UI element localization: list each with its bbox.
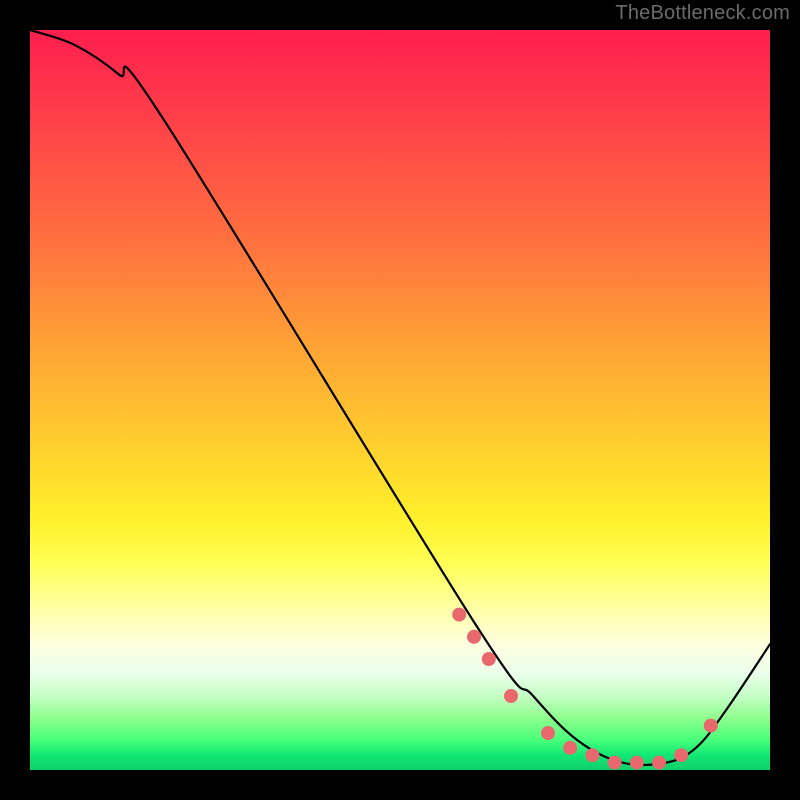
- highlight-point: [608, 756, 622, 770]
- chart-frame: TheBottleneck.com: [0, 0, 800, 800]
- highlight-point: [674, 748, 688, 762]
- bottleneck-curve: [30, 30, 770, 765]
- highlight-point: [630, 756, 644, 770]
- highlight-point: [704, 719, 718, 733]
- highlight-point: [652, 756, 666, 770]
- highlight-point: [585, 748, 599, 762]
- highlight-point: [482, 652, 496, 666]
- chart-svg: [30, 30, 770, 770]
- plot-area: [30, 30, 770, 770]
- highlight-point: [504, 689, 518, 703]
- highlight-point: [541, 726, 555, 740]
- attribution-label: TheBottleneck.com: [615, 2, 790, 25]
- highlight-point: [467, 630, 481, 644]
- highlight-point: [452, 608, 466, 622]
- highlight-point: [563, 741, 577, 755]
